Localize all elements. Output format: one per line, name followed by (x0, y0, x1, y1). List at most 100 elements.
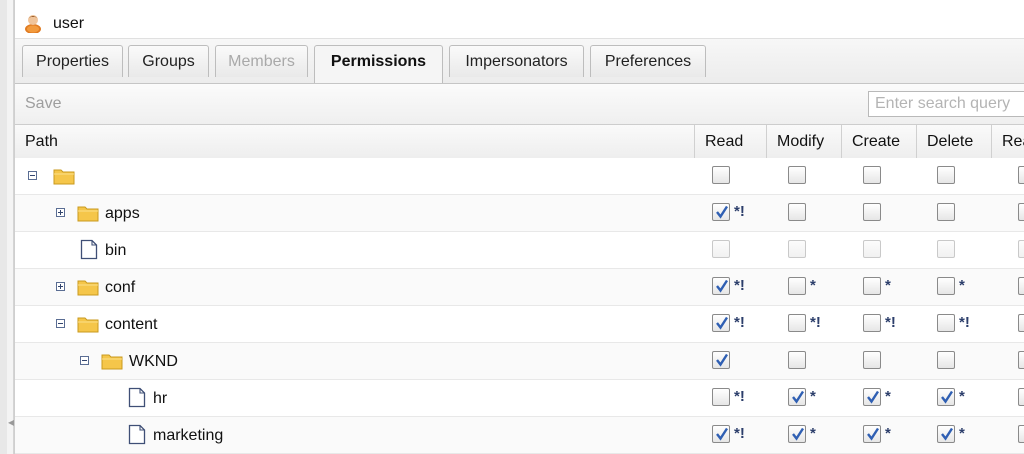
tree-row[interactable]: WKND (15, 343, 1024, 380)
tab-permissions[interactable]: Permissions (314, 45, 443, 83)
delete-checkbox[interactable] (937, 425, 955, 443)
checkmark-icon (716, 279, 728, 293)
modify-checkbox[interactable] (788, 351, 806, 369)
inheritance-marker: *! (810, 314, 821, 331)
folder-icon (77, 204, 99, 227)
read-checkbox[interactable] (712, 277, 730, 295)
toolbar: Save (15, 84, 1024, 125)
panel-titlebar: user (15, 0, 1024, 39)
read-checkbox[interactable] (712, 425, 730, 443)
collapse-icon[interactable] (80, 356, 89, 365)
user-admin-panel: user Properties Groups Members Permissions I… (14, 0, 1024, 454)
delete-checkbox (937, 240, 955, 258)
inheritance-marker: * (959, 277, 965, 294)
read-checkbox[interactable] (712, 351, 730, 369)
inheritance-marker: * (810, 388, 816, 405)
tab-groups[interactable]: Groups (128, 45, 209, 77)
checkmark-icon (716, 353, 728, 367)
inheritance-marker: * (885, 425, 891, 442)
delete-checkbox[interactable] (937, 351, 955, 369)
node-label[interactable]: conf (105, 279, 135, 297)
tree-row[interactable] (15, 158, 1024, 195)
inheritance-marker: *! (734, 388, 745, 405)
save-button[interactable]: Save (25, 95, 61, 113)
file-icon (128, 424, 146, 450)
tree-row[interactable]: bin (15, 232, 1024, 269)
checkmark-icon (941, 390, 953, 404)
column-header-modify[interactable]: Modify (767, 125, 842, 158)
tab-members: Members (215, 45, 308, 77)
create-checkbox[interactable] (863, 277, 881, 295)
rea-checkbox[interactable] (1018, 388, 1024, 406)
node-label[interactable]: hr (153, 390, 167, 408)
read-checkbox[interactable] (712, 203, 730, 221)
read-checkbox[interactable] (712, 314, 730, 332)
modify-checkbox[interactable] (788, 425, 806, 443)
file-icon (80, 239, 98, 265)
tree-row[interactable]: marketing *! * * * (15, 417, 1024, 454)
column-header-create[interactable]: Create (842, 125, 917, 158)
node-label[interactable]: content (105, 316, 157, 334)
checkmark-icon (867, 390, 879, 404)
create-checkbox[interactable] (863, 166, 881, 184)
rea-checkbox[interactable] (1018, 203, 1024, 221)
delete-checkbox[interactable] (937, 388, 955, 406)
tab-properties[interactable]: Properties (22, 45, 123, 77)
create-checkbox[interactable] (863, 314, 881, 332)
delete-checkbox[interactable] (937, 277, 955, 295)
rea-checkbox[interactable] (1018, 425, 1024, 443)
delete-checkbox[interactable] (937, 314, 955, 332)
create-checkbox[interactable] (863, 388, 881, 406)
modify-checkbox[interactable] (788, 166, 806, 184)
tree-row[interactable]: content *! *! *! *! (15, 306, 1024, 343)
node-label[interactable]: bin (105, 242, 126, 260)
column-header-rea[interactable]: Rea (992, 125, 1024, 158)
delete-checkbox[interactable] (937, 166, 955, 184)
inheritance-marker: *! (734, 203, 745, 220)
inheritance-marker: *! (734, 314, 745, 331)
node-label[interactable]: marketing (153, 427, 223, 445)
checkmark-icon (792, 390, 804, 404)
modify-checkbox[interactable] (788, 203, 806, 221)
search-input[interactable] (868, 91, 1024, 117)
delete-checkbox[interactable] (937, 203, 955, 221)
rea-checkbox[interactable] (1018, 166, 1024, 184)
side-panel-splitter[interactable]: ◀ (7, 0, 14, 454)
read-checkbox[interactable] (712, 166, 730, 184)
collapse-icon[interactable] (56, 319, 65, 328)
tab-preferences[interactable]: Preferences (590, 45, 706, 77)
modify-checkbox[interactable] (788, 277, 806, 295)
tree-row[interactable]: conf *! * * * (15, 269, 1024, 306)
expand-icon[interactable] (56, 208, 65, 217)
inheritance-marker: *! (734, 277, 745, 294)
create-checkbox (863, 240, 881, 258)
read-checkbox[interactable] (712, 388, 730, 406)
inheritance-marker: * (810, 425, 816, 442)
node-label[interactable]: apps (105, 205, 140, 223)
tree-row[interactable]: hr *! * * * (15, 380, 1024, 417)
tab-impersonators[interactable]: Impersonators (449, 45, 584, 77)
column-header-read[interactable]: Read (695, 125, 767, 158)
column-header-delete[interactable]: Delete (917, 125, 992, 158)
node-label[interactable]: WKND (129, 353, 178, 371)
rea-checkbox[interactable] (1018, 277, 1024, 295)
checkmark-icon (716, 205, 728, 219)
collapse-icon[interactable] (28, 171, 37, 180)
modify-checkbox (788, 240, 806, 258)
create-checkbox[interactable] (863, 203, 881, 221)
column-header-path[interactable]: Path (15, 125, 695, 158)
create-checkbox[interactable] (863, 425, 881, 443)
file-icon (128, 387, 146, 413)
rea-checkbox (1018, 240, 1024, 258)
expand-icon[interactable] (56, 282, 65, 291)
rea-checkbox[interactable] (1018, 351, 1024, 369)
user-icon (25, 15, 41, 33)
inheritance-marker: * (885, 277, 891, 294)
folder-icon (77, 278, 99, 301)
create-checkbox[interactable] (863, 351, 881, 369)
tree-row[interactable]: apps *! (15, 195, 1024, 232)
modify-checkbox[interactable] (788, 388, 806, 406)
modify-checkbox[interactable] (788, 314, 806, 332)
inheritance-marker: *! (734, 425, 745, 442)
rea-checkbox[interactable] (1018, 314, 1024, 332)
